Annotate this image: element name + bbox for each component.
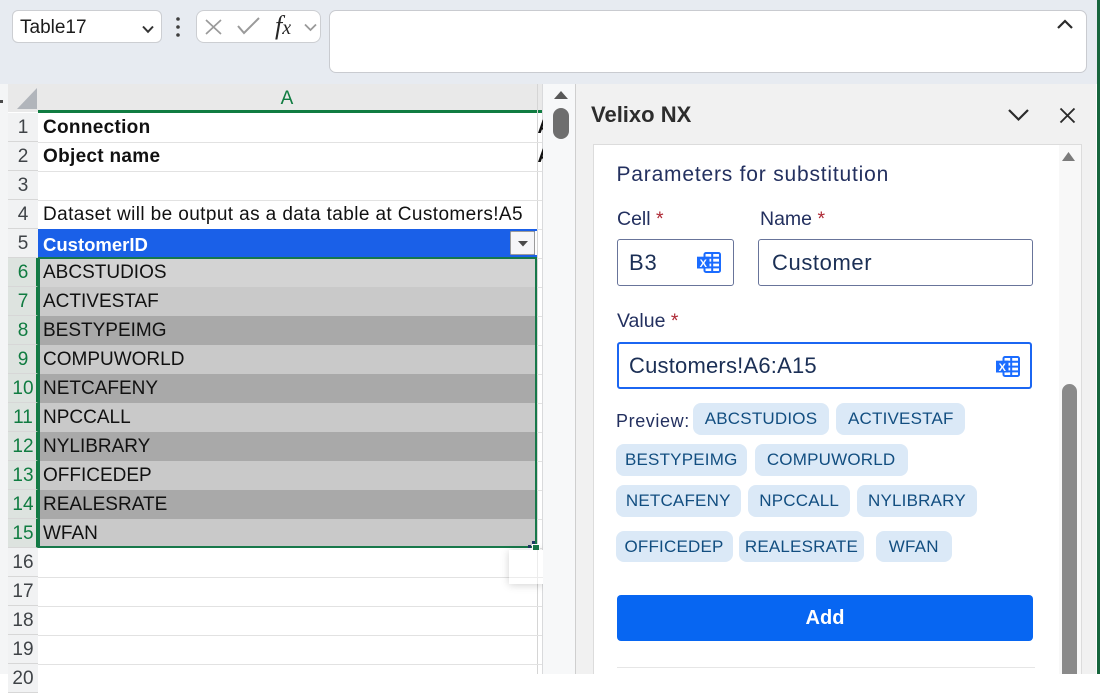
svg-text:X: X [700, 258, 708, 270]
svg-text:X: X [999, 362, 1007, 374]
